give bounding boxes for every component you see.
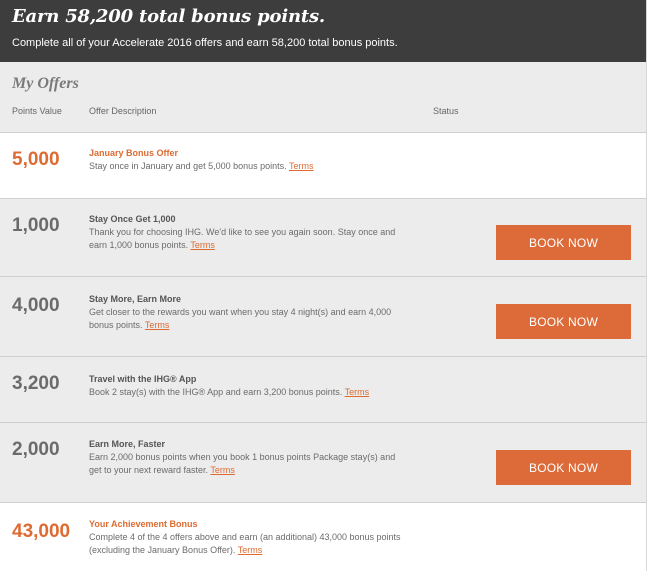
offer-description: Stay Once Get 1,000 Thank you for choosi… — [89, 213, 409, 252]
terms-link[interactable]: Terms — [210, 465, 235, 475]
offer-text: Get closer to the rewards you want when … — [89, 307, 392, 330]
offer-text: Complete 4 of the 4 offers above and ear… — [89, 532, 401, 555]
offer-row-january-bonus: 5,000 January Bonus Offer Stay once in J… — [0, 133, 646, 199]
terms-link[interactable]: Terms — [345, 387, 370, 397]
offer-points: 43,000 — [12, 521, 71, 542]
bonus-banner: Earn 58,200 total bonus points. Complete… — [0, 0, 646, 62]
offer-row-achievement-bonus: 43,000 Your Achievement Bonus Complete 4… — [0, 503, 646, 571]
offers-page: Earn 58,200 total bonus points. Complete… — [0, 0, 647, 571]
offer-text: Earn 2,000 bonus points when you book 1 … — [89, 452, 396, 475]
offer-row-stay-more: 4,000 Stay More, Earn More Get closer to… — [0, 277, 646, 357]
offers-header: My Offers Points Value Offer Description… — [0, 62, 646, 133]
offer-description: Stay More, Earn More Get closer to the r… — [89, 293, 409, 332]
offer-text: Thank you for choosing IHG. We'd like to… — [89, 227, 396, 250]
book-now-button[interactable]: BOOK NOW — [496, 304, 631, 339]
offer-text: Book 2 stay(s) with the IHG® App and ear… — [89, 387, 370, 397]
banner-title: Earn 58,200 total bonus points. — [12, 6, 325, 27]
offer-title: Stay More, Earn More — [89, 294, 182, 304]
offer-title: Your Achievement Bonus — [89, 519, 198, 529]
column-header-description: Offer Description — [89, 106, 157, 116]
offer-row-ihg-app: 3,200 Travel with the IHG® App Book 2 st… — [0, 357, 646, 423]
terms-link[interactable]: Terms — [238, 545, 263, 555]
book-now-button[interactable]: BOOK NOW — [496, 450, 631, 485]
offer-title: Travel with the IHG® App — [89, 374, 197, 384]
terms-link[interactable]: Terms — [190, 240, 215, 250]
column-header-points: Points Value — [12, 106, 62, 116]
book-now-button[interactable]: BOOK NOW — [496, 225, 631, 260]
offer-points: 2,000 — [12, 439, 60, 460]
column-header-status: Status — [433, 106, 459, 116]
offer-points: 1,000 — [12, 215, 60, 236]
offer-description: Your Achievement Bonus Complete 4 of the… — [89, 518, 409, 557]
offer-title: Stay Once Get 1,000 — [89, 214, 176, 224]
offer-row-stay-once: 1,000 Stay Once Get 1,000 Thank you for … — [0, 199, 646, 277]
offer-text: Stay once in January and get 5,000 bonus… — [89, 161, 314, 171]
offer-description: Travel with the IHG® App Book 2 stay(s) … — [89, 373, 409, 399]
banner-subtitle: Complete all of your Accelerate 2016 off… — [12, 37, 398, 49]
offer-points: 5,000 — [12, 149, 60, 170]
offer-title: Earn More, Faster — [89, 439, 166, 449]
offer-points: 4,000 — [12, 295, 60, 316]
offer-description: January Bonus Offer Stay once in January… — [89, 147, 409, 173]
terms-link[interactable]: Terms — [145, 320, 170, 330]
terms-link[interactable]: Terms — [289, 161, 314, 171]
offers-heading: My Offers — [12, 75, 79, 92]
offer-title: January Bonus Offer — [89, 148, 179, 158]
offer-points: 3,200 — [12, 373, 60, 394]
offer-description: Earn More, Faster Earn 2,000 bonus point… — [89, 438, 409, 477]
offer-row-earn-more: 2,000 Earn More, Faster Earn 2,000 bonus… — [0, 423, 646, 503]
